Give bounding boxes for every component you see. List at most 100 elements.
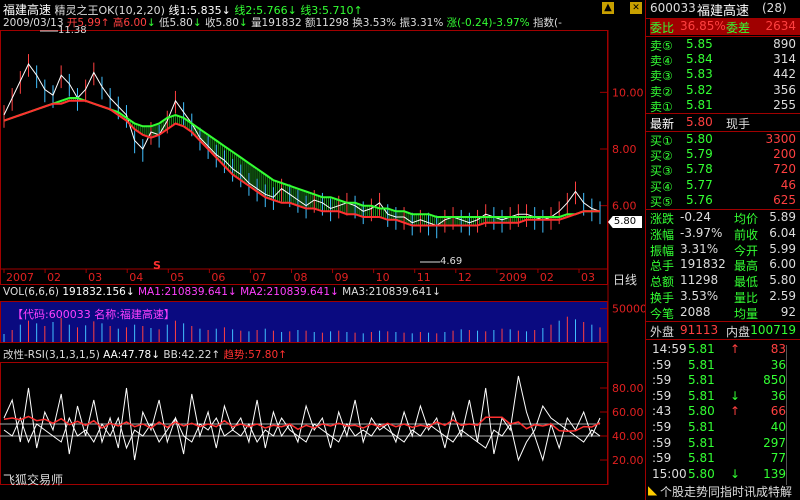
up-arrow-icon: ▲: [604, 2, 612, 13]
tick-arrow: ↑: [730, 404, 741, 419]
stat-row: 涨幅 -3.97% 前收 6.04: [650, 225, 796, 242]
stat-value: 92: [780, 304, 796, 319]
scroll-up-button[interactable]: ▲: [602, 2, 614, 14]
date-tick-label: 02: [540, 271, 554, 284]
price-ytick-label: 8.00: [612, 143, 637, 156]
ask-price: 5.81: [686, 97, 713, 112]
close-button[interactable]: ✕: [630, 2, 642, 14]
stat-value: 191832: [680, 257, 726, 272]
bid-volume: 46: [780, 177, 796, 192]
tick-volume: 83: [770, 342, 786, 356]
stat-row: 总手 191832 最高 6.00: [650, 257, 796, 274]
stat-value: 11298: [680, 273, 719, 288]
stat-value: 5.99: [769, 241, 796, 256]
date-tick-label: 06: [211, 271, 225, 284]
stat-value: 3.31%: [680, 241, 719, 256]
ask-row: 卖⑤ 5.85 890: [650, 37, 796, 53]
bar-amount: 额11298: [305, 17, 349, 29]
tick-price: 5.81: [688, 357, 715, 372]
ask-price: 5.83: [686, 67, 713, 82]
date-tick-label: 04: [129, 271, 143, 284]
stat-row: 振幅 3.31% 今开 5.99: [650, 241, 796, 258]
date-tick-label: 12: [458, 271, 472, 284]
bar-info: 2009/03/13 开5.99↑ 高6.00↓ 低5.80↓ 收5.80↓ 量…: [3, 17, 562, 29]
bar-volume: 量191832: [251, 17, 302, 29]
price-panel-frame: [0, 30, 608, 285]
ask-price: 5.85: [686, 37, 713, 51]
bid-row: 买② 5.79 200: [650, 147, 796, 164]
price-ytick-label: 10.00: [612, 86, 644, 99]
tick-row: :59 5.81 850: [650, 373, 800, 389]
date-tick-label: 10: [376, 271, 390, 284]
stat-row: 涨跌 -0.24 均价 5.89: [650, 210, 796, 226]
date-tick-label: 08: [294, 271, 308, 284]
footer-arrow-icon: ◣: [648, 483, 658, 497]
tick-arrow: ↑: [730, 342, 741, 356]
weicha-value: 2634: [765, 19, 796, 33]
tick-scrollbar[interactable]: [786, 345, 795, 485]
bar-date: 2009/03/13: [3, 17, 64, 29]
period-label[interactable]: 日线: [613, 271, 637, 288]
ask-row: 卖④ 5.84 314: [650, 52, 796, 69]
date-tick-label: 11: [417, 271, 431, 284]
bid-row: 买① 5.80 3300: [650, 132, 796, 148]
tick-arrow: ↓: [730, 466, 741, 481]
ask-row: 卖① 5.81 255: [650, 97, 796, 114]
bid-row: 买③ 5.78 720: [650, 162, 796, 179]
quote-stock-name: 福建高速: [697, 4, 750, 19]
ask-volume: 442: [773, 67, 796, 82]
date-tick-label: 09: [335, 271, 349, 284]
chart-area[interactable]: 10.00 8.00 6.00 2007 02 03 04 05 06 07 08 09 10 11 12 2…: [0, 0, 645, 500]
outer-inner-row: 外盘 91113 内盘 100719: [650, 323, 796, 339]
tick-price: 5.81: [688, 342, 715, 356]
bid-price: 5.80: [686, 132, 713, 146]
stat-value: 2.59: [769, 289, 796, 303]
vol-ytick-label: 500000: [612, 303, 645, 316]
ask-volume: 255: [773, 97, 796, 112]
bid-price: 5.79: [686, 147, 713, 162]
tick-time: 14:59: [652, 342, 687, 356]
quote-footer[interactable]: ◣ 个股走势同指时讯成特解: [648, 483, 798, 499]
tick-price: 5.81: [688, 420, 715, 434]
quote-title: 600033 福建高速 (28): [650, 1, 800, 19]
rsi-bb: BB:42.22: [163, 349, 212, 361]
annotation-high: 11.38: [58, 25, 87, 36]
stock-code: 600033: [650, 1, 696, 15]
bid-volume: 200: [773, 147, 796, 162]
tick-time: :59: [652, 373, 672, 388]
date-tick-label: 2009: [499, 271, 527, 284]
bar-high: 高6.00: [112, 17, 147, 29]
rsi-ytick-label: 80.00: [612, 382, 644, 395]
inner-value: 100719: [750, 323, 796, 337]
tick-row: :59 5.81 297: [650, 436, 800, 452]
ask-volume: 314: [773, 52, 796, 67]
bid-row: 买④ 5.77 46: [650, 177, 796, 194]
bid-volume: 3300: [765, 132, 796, 146]
close-icon: ✕: [632, 3, 640, 13]
outer-value: 91113: [680, 323, 719, 337]
tick-time: :59: [652, 435, 672, 450]
sell-signal-marker: S: [153, 259, 161, 272]
tick-volume: 36: [770, 357, 786, 372]
vol-ma1: MA1:210839.641: [138, 286, 228, 298]
rsi-ytick-label: 40.00: [612, 430, 644, 443]
stat-value: 2088: [680, 304, 711, 319]
bid-volume: 720: [773, 162, 796, 177]
bar-low: 低5.80: [158, 17, 193, 29]
date-tick-label: 03: [88, 271, 102, 284]
tick-price: 5.81: [688, 388, 715, 403]
tick-arrow: ↓: [730, 388, 741, 403]
stat-value: 5.89: [769, 210, 796, 224]
volume-header: VOL(6,6,6) 191832.156↓ MA1:210839.641↓ M…: [3, 286, 441, 298]
tick-time: :59: [652, 451, 672, 466]
tick-time: 15:00: [652, 466, 687, 481]
bar-change: 涨(-0.24)-3.97%: [446, 17, 530, 29]
current-price-tag: 5.80: [608, 216, 642, 228]
tick-price: 5.81: [688, 435, 715, 450]
stock-info-box: 【代码:600033 名称:福建高速】: [12, 308, 175, 321]
tick-volume: 40: [770, 420, 786, 434]
price-ytick-label: 6.00: [612, 200, 637, 213]
tick-price: 5.81: [688, 451, 715, 466]
tick-volume: 850: [763, 373, 786, 388]
webi-value: 36.85%: [680, 19, 726, 33]
